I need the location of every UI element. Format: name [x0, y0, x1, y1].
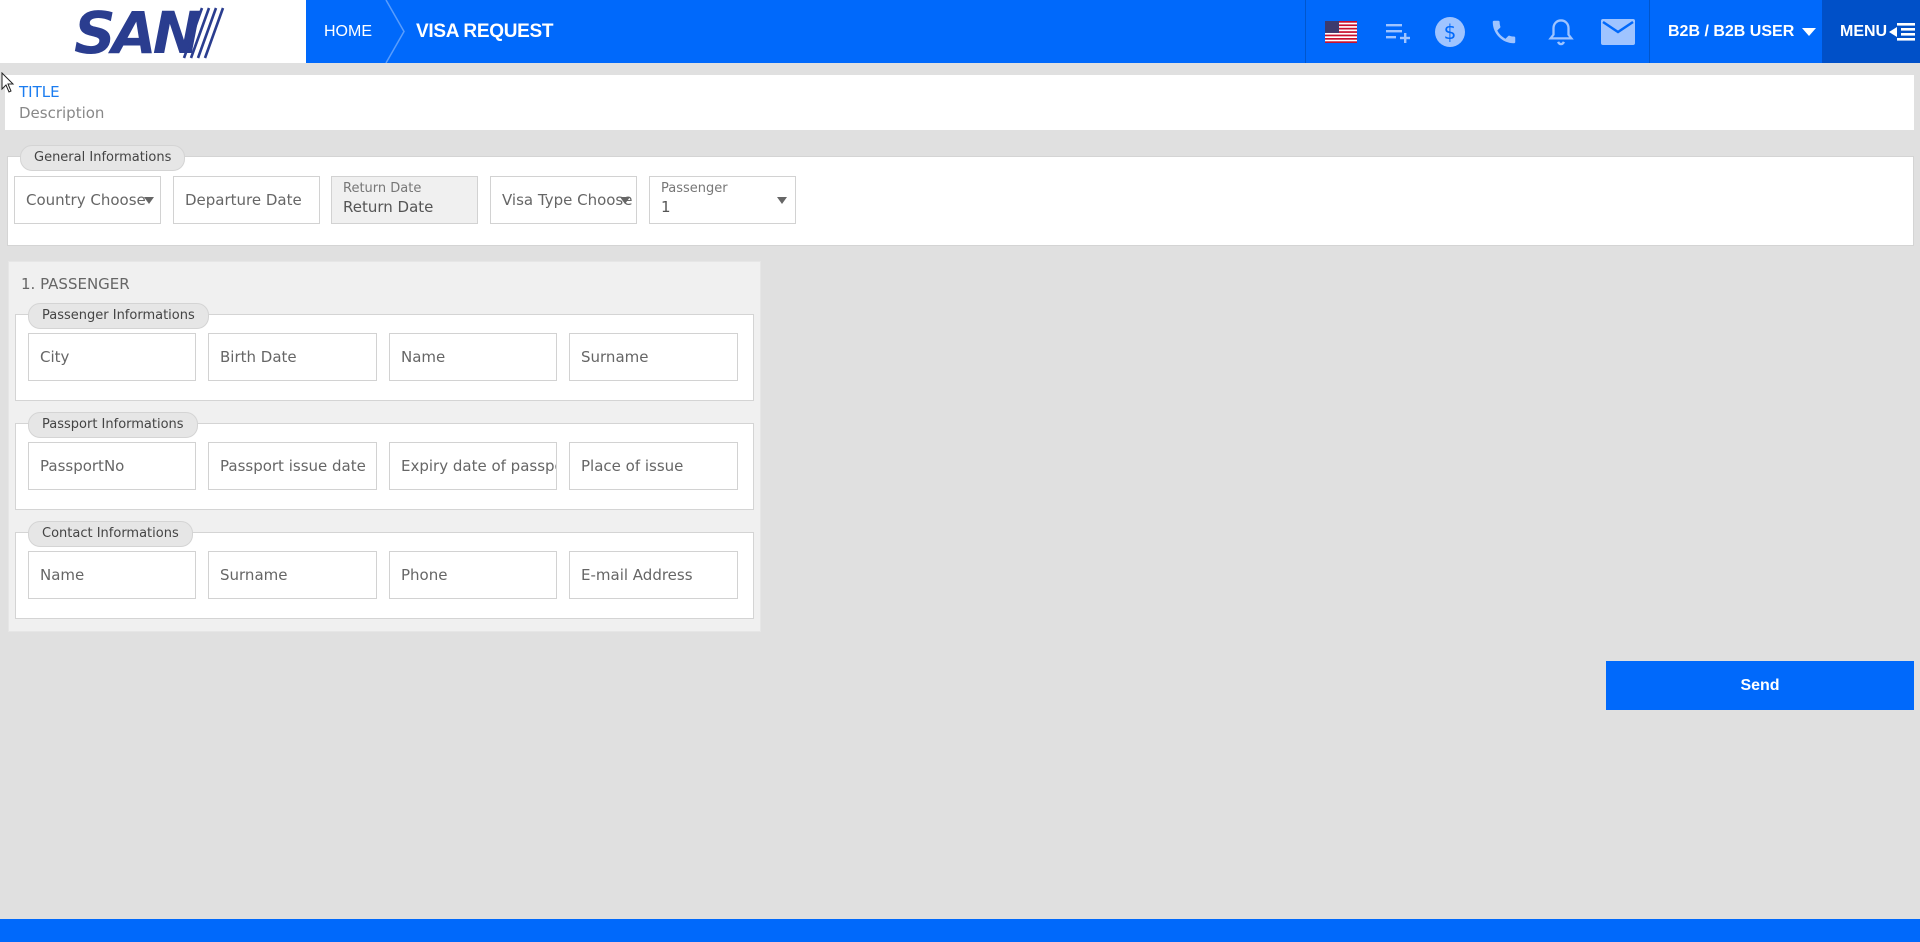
breadcrumb: HOME VISA REQUEST [306, 0, 553, 63]
departure-date-placeholder: Departure Date [185, 191, 302, 209]
passenger-count-label: Passenger [661, 181, 728, 196]
passport-informations-section: Passport Informations PassportNo Passpor… [15, 412, 754, 510]
passport-expiry-date-placeholder: Expiry date of passport [401, 457, 556, 475]
surname-placeholder: Surname [581, 348, 649, 366]
name-placeholder: Name [401, 348, 446, 366]
chevron-down-icon [1802, 27, 1817, 36]
contact-name-input[interactable]: Name [28, 551, 196, 599]
playlist-add-icon[interactable] [1383, 15, 1417, 49]
phone-placeholder: Phone [401, 566, 448, 584]
menu-label: MENU [1840, 22, 1888, 40]
menu-button[interactable]: MENU [1822, 0, 1920, 63]
country-select-value: Country Choose [26, 191, 146, 209]
surname-input[interactable]: Surname [569, 333, 738, 381]
country-select[interactable]: Country Choose [14, 176, 161, 224]
send-button[interactable]: Send [1606, 661, 1914, 710]
section-legend: Passport Informations [28, 412, 198, 438]
visa-type-select[interactable]: Visa Type Choose [490, 176, 637, 224]
chevron-down-icon [777, 197, 787, 204]
chevron-down-icon [144, 197, 154, 204]
page-title: TITLE [19, 83, 60, 101]
user-label: B2B / B2B USER [1668, 22, 1795, 40]
general-informations-section: General Informations Country Choose Depa… [7, 145, 1914, 246]
section-legend: Contact Informations [28, 521, 193, 547]
contact-surname-placeholder: Surname [220, 566, 288, 584]
dollar-icon[interactable]: $ [1433, 15, 1467, 49]
city-input[interactable]: City [28, 333, 196, 381]
passport-expiry-date-input[interactable]: Expiry date of passport [389, 442, 557, 490]
mail-icon[interactable] [1601, 15, 1635, 49]
breadcrumb-current: VISA REQUEST [416, 20, 554, 42]
bell-icon[interactable] [1544, 15, 1578, 49]
return-date-input[interactable]: Return Date Return Date [331, 176, 478, 224]
passenger-count-select[interactable]: Passenger 1 [649, 176, 796, 224]
mouse-cursor-icon [1, 72, 15, 93]
contact-name-placeholder: Name [40, 566, 85, 584]
san-logo-icon: SAN [74, 3, 225, 61]
birth-date-input[interactable]: Birth Date [208, 333, 377, 381]
visa-type-select-value: Visa Type Choose [502, 191, 633, 209]
passport-issue-date-placeholder: Passport issue date [220, 457, 366, 475]
phone-icon[interactable] [1487, 15, 1521, 49]
header-divider [1305, 0, 1306, 63]
place-of-issue-placeholder: Place of issue [581, 457, 684, 475]
menu-collapse-icon [1889, 22, 1916, 41]
chevron-down-icon [620, 197, 630, 204]
contact-informations-section: Contact Informations Name Surname Phone … [15, 521, 754, 619]
name-input[interactable]: Name [389, 333, 557, 381]
breadcrumb-home-link[interactable]: HOME [324, 23, 372, 41]
top-navbar: SAN HOME VISA REQUEST $ B2B / B2B USER M… [0, 0, 1920, 63]
city-placeholder: City [40, 348, 70, 366]
passenger-informations-section: Passenger Informations City Birth Date N… [15, 303, 754, 401]
user-menu-dropdown[interactable]: B2B / B2B USER [1650, 0, 1817, 63]
email-placeholder: E-mail Address [581, 566, 693, 584]
return-date-value: Return Date [343, 198, 434, 216]
page-description: Description [19, 104, 105, 122]
passport-issue-date-input[interactable]: Passport issue date [208, 442, 377, 490]
contact-surname-input[interactable]: Surname [208, 551, 377, 599]
place-of-issue-input[interactable]: Place of issue [569, 442, 738, 490]
breadcrumb-chevron-icon [385, 0, 405, 63]
section-legend: General Informations [20, 145, 186, 171]
email-input[interactable]: E-mail Address [569, 551, 738, 599]
section-legend: Passenger Informations [28, 303, 209, 329]
page-title-card: TITLE Description [5, 75, 1914, 130]
phone-input[interactable]: Phone [389, 551, 557, 599]
passport-no-placeholder: PassportNo [40, 457, 125, 475]
birth-date-placeholder: Birth Date [220, 348, 297, 366]
logo[interactable]: SAN [0, 0, 306, 63]
departure-date-input[interactable]: Departure Date [173, 176, 320, 224]
passenger-heading: 1. PASSENGER [21, 275, 130, 293]
footer-bar [0, 919, 1920, 942]
us-flag-icon[interactable] [1324, 15, 1358, 49]
svg-text:SAN: SAN [74, 3, 201, 61]
passport-no-input[interactable]: PassportNo [28, 442, 196, 490]
return-date-label: Return Date [343, 181, 422, 196]
passenger-panel: 1. PASSENGER Passenger Informations City… [8, 261, 761, 632]
passenger-count-value: 1 [661, 198, 671, 216]
svg-text:$: $ [1444, 20, 1457, 44]
